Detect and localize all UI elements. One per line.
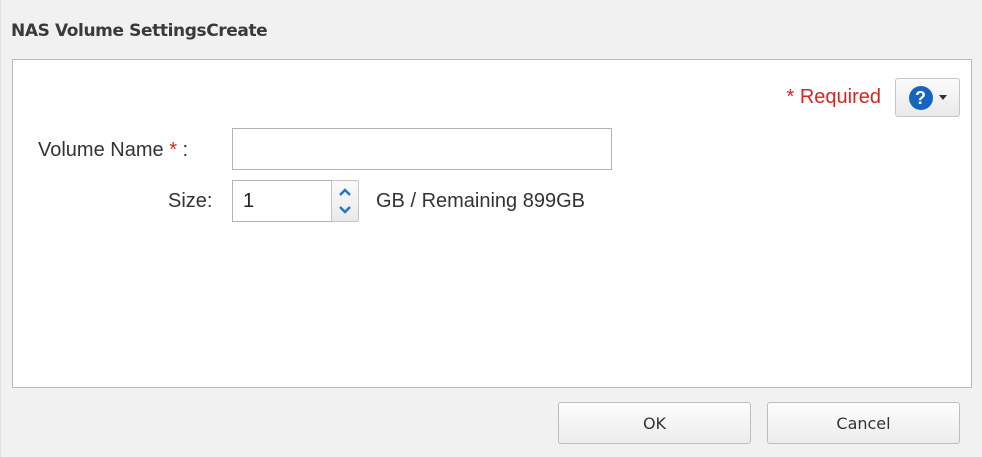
required-label: Required: [799, 86, 881, 108]
volume-name-colon: :: [176, 139, 189, 161]
volume-name-required-star: *: [169, 139, 177, 161]
size-label: Size:: [168, 190, 213, 212]
required-legend: * Required: [786, 86, 881, 109]
help-dropdown-button[interactable]: ?: [895, 78, 960, 117]
nas-volume-dialog: NAS Volume SettingsCreate * Required ? V…: [0, 0, 982, 457]
caret-down-icon: [938, 95, 947, 100]
size-unit-remaining: GB / Remaining 899GB: [376, 190, 585, 212]
form-panel: * Required ? Volume Name * : Size: GB / …: [12, 59, 972, 388]
size-stepper[interactable]: [331, 180, 359, 222]
volume-name-input[interactable]: [232, 128, 612, 170]
size-input[interactable]: [232, 180, 332, 222]
chevron-down-icon[interactable]: [338, 205, 352, 215]
dialog-title: NAS Volume SettingsCreate: [11, 21, 268, 41]
required-star: *: [786, 86, 795, 108]
ok-button[interactable]: OK: [558, 402, 751, 444]
volume-name-label: Volume Name * :: [38, 139, 188, 162]
chevron-up-icon[interactable]: [338, 187, 352, 197]
cancel-button[interactable]: Cancel: [767, 402, 960, 444]
question-circle-icon: ?: [908, 85, 933, 110]
volume-name-text: Volume Name: [38, 139, 164, 161]
